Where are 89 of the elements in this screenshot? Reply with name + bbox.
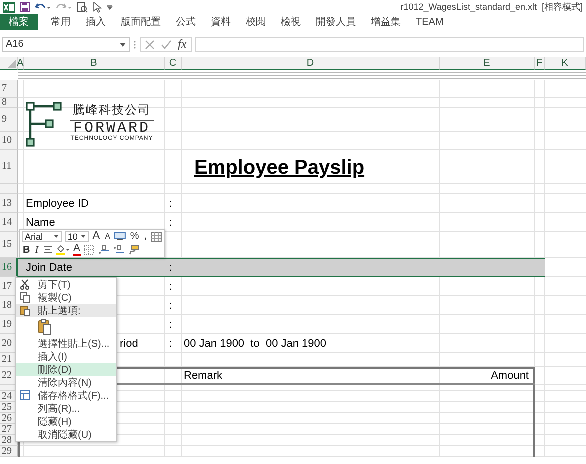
menu-item[interactable]: 選擇性貼上(S)... — [16, 337, 116, 350]
font-color-button[interactable]: A — [72, 244, 82, 256]
ribbon-tab[interactable]: 檢視 — [279, 14, 303, 30]
ribbon-tab[interactable]: 資料 — [209, 14, 233, 30]
number-format-icon[interactable] — [114, 232, 126, 242]
column-header[interactable]: E — [440, 57, 535, 70]
borders-icon[interactable] — [84, 245, 96, 256]
column-header[interactable]: A — [18, 57, 24, 70]
company-name: 騰峰科技公司 — [70, 102, 154, 121]
fill-color-icon[interactable] — [56, 245, 70, 256]
format-painter-icon[interactable] — [128, 245, 140, 256]
colon-separator: : — [169, 338, 172, 352]
dropdown-caret-icon — [54, 235, 59, 238]
insert-function-button[interactable]: fx — [178, 37, 187, 52]
paste-icon — [20, 305, 31, 316]
colon-separator: : — [169, 300, 172, 314]
row-number[interactable]: 29 — [0, 446, 18, 457]
column-header[interactable]: F — [535, 57, 545, 70]
customize-caret-icon[interactable] — [107, 4, 113, 10]
save-icon[interactable] — [20, 2, 30, 12]
company-logo-name: FORWARD — [73, 121, 150, 136]
italic-button[interactable]: I — [34, 244, 40, 256]
menu-item[interactable]: 儲存格格式(F)... — [16, 389, 116, 402]
align-center-icon[interactable] — [42, 246, 53, 255]
document-title: r1012_WagesList_standard_en.xlt [相容模式] — [400, 0, 583, 14]
font-dropdown[interactable]: Arial — [22, 231, 62, 242]
colon-separator: : — [169, 281, 172, 295]
menu-item[interactable]: 清除內容(N) — [16, 376, 116, 389]
dropdown-caret-icon — [80, 235, 86, 238]
logo-icon — [26, 102, 64, 148]
formula-input[interactable] — [194, 37, 584, 52]
column-header[interactable]: D — [182, 57, 440, 70]
grow-font-button[interactable]: A — [92, 230, 102, 243]
format-cells-icon — [20, 390, 31, 401]
name-box[interactable]: A16 — [2, 37, 130, 52]
ribbon-tab[interactable]: TEAM — [414, 14, 446, 30]
dropdown-caret-icon[interactable] — [120, 42, 126, 46]
comma-style-button[interactable]: , — [143, 230, 148, 243]
decrease-decimal-icon[interactable] — [113, 245, 126, 256]
grip-icon — [133, 40, 137, 50]
column-heading: Remark — [184, 370, 223, 384]
colon-separator: : — [169, 319, 172, 333]
font-size-dropdown[interactable]: 10 — [64, 231, 89, 242]
field-label: Join Date — [26, 262, 72, 276]
cell-reference: A16 — [6, 39, 24, 50]
excel-icon[interactable] — [3, 2, 15, 12]
menu-item[interactable]: 剪下(T) — [16, 278, 116, 291]
select-all-button[interactable] — [0, 57, 18, 70]
menu-section-header: 貼上選項: — [16, 304, 116, 317]
ribbon-tab[interactable]: 校閱 — [244, 14, 268, 30]
shrink-font-button[interactable]: A — [104, 230, 112, 243]
increase-decimal-icon[interactable] — [98, 245, 110, 256]
ribbon-tab[interactable]: 版面配置 — [119, 14, 163, 30]
menu-item[interactable]: 複製(C) — [16, 291, 116, 304]
colon-separator: : — [169, 217, 172, 231]
field-value: 00 Jan 1900 to 00 Jan 1900 — [184, 338, 327, 352]
cut-icon — [20, 279, 31, 290]
copy-icon — [20, 292, 31, 303]
ribbon-tab[interactable]: 插入 — [84, 14, 108, 30]
column-header[interactable]: C — [165, 57, 182, 70]
menu-item[interactable]: 隱藏(H) — [16, 415, 116, 428]
bold-button[interactable]: B — [22, 244, 32, 256]
menu-item[interactable]: 列高(R)... — [16, 402, 116, 415]
menu-item[interactable]: 刪除(D) — [16, 363, 116, 376]
print-preview-icon[interactable] — [77, 2, 88, 12]
field-label: riod — [120, 338, 138, 352]
ribbon-tab[interactable]: 常用 — [49, 14, 73, 30]
menu-item[interactable]: 取消隱藏(U) — [16, 428, 116, 441]
undo-icon[interactable] — [35, 2, 51, 12]
column-header[interactable]: B — [24, 57, 165, 70]
row-number[interactable]: 16 — [0, 258, 18, 277]
select-all-icon — [8, 60, 16, 68]
ribbon-tab[interactable]: 開發人員 — [314, 14, 358, 30]
colon-separator: : — [169, 198, 172, 212]
percent-button[interactable]: % — [129, 230, 140, 243]
menu-item[interactable]: 插入(I) — [16, 350, 116, 363]
paste-option-icon[interactable] — [38, 318, 52, 336]
colon-separator: : — [169, 262, 172, 276]
field-label: Employee ID — [26, 198, 89, 212]
column-heading: Amount — [491, 370, 529, 384]
ribbon-tab[interactable]: 公式 — [174, 14, 198, 30]
field-label: Name — [26, 217, 56, 231]
row-number[interactable]: 8 — [0, 98, 18, 108]
cursor-icon[interactable] — [93, 2, 102, 12]
table-icon[interactable] — [151, 232, 162, 242]
ribbon-tab[interactable]: 檔案 — [0, 14, 38, 30]
column-header[interactable]: K — [545, 57, 586, 70]
ribbon-tab[interactable]: 增益集 — [369, 14, 403, 30]
page-title: Employee Payslip — [194, 157, 365, 181]
